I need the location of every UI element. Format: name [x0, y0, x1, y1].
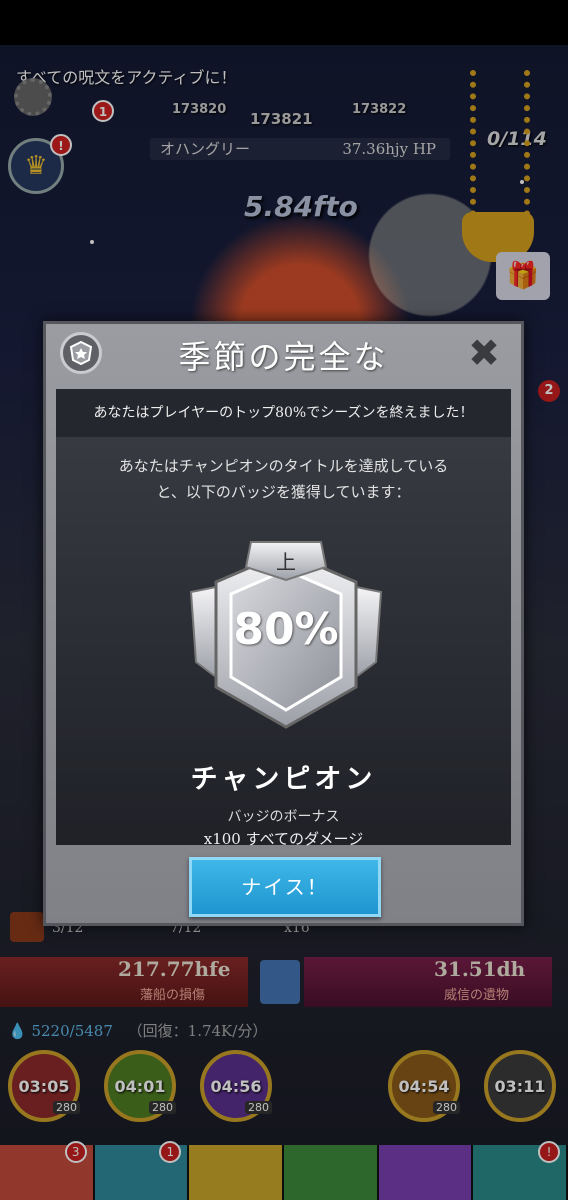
description-line-2: と、以下のバッジを獲得しています：	[156, 483, 411, 501]
dialog-title: 季節の完全な	[178, 338, 389, 376]
badge-percent: 80%	[233, 604, 339, 655]
season-result-banner: あなたはプレイヤーのトップ80%でシーズンを終えました！	[56, 389, 511, 437]
achievement-description: あなたはチャンピオンのタイトルを達成している と、以下のバッジを獲得しています：	[76, 453, 491, 505]
rank-title: チャンピオン	[190, 764, 377, 795]
bonus-value: x100 すべてのダメージ	[203, 830, 364, 848]
rank-badge-icon: 上 80%	[181, 522, 391, 742]
nice-button[interactable]: ナイス！	[189, 857, 381, 917]
description-line-1: あなたはチャンピオンのタイトルを達成している	[118, 457, 449, 475]
bonus-label: バッジのボーナス	[227, 809, 340, 825]
badge-panel: あなたはチャンピオンのタイトルを達成している と、以下のバッジを獲得しています：	[56, 437, 511, 848]
close-icon[interactable]: ✖	[465, 334, 503, 372]
season-complete-dialog: 季節の完全な ✖ あなたはプレイヤーのトップ80%でシーズンを終えました！ あな…	[43, 321, 524, 926]
status-bar	[0, 0, 568, 45]
badge-tier-char: 上	[276, 550, 296, 574]
